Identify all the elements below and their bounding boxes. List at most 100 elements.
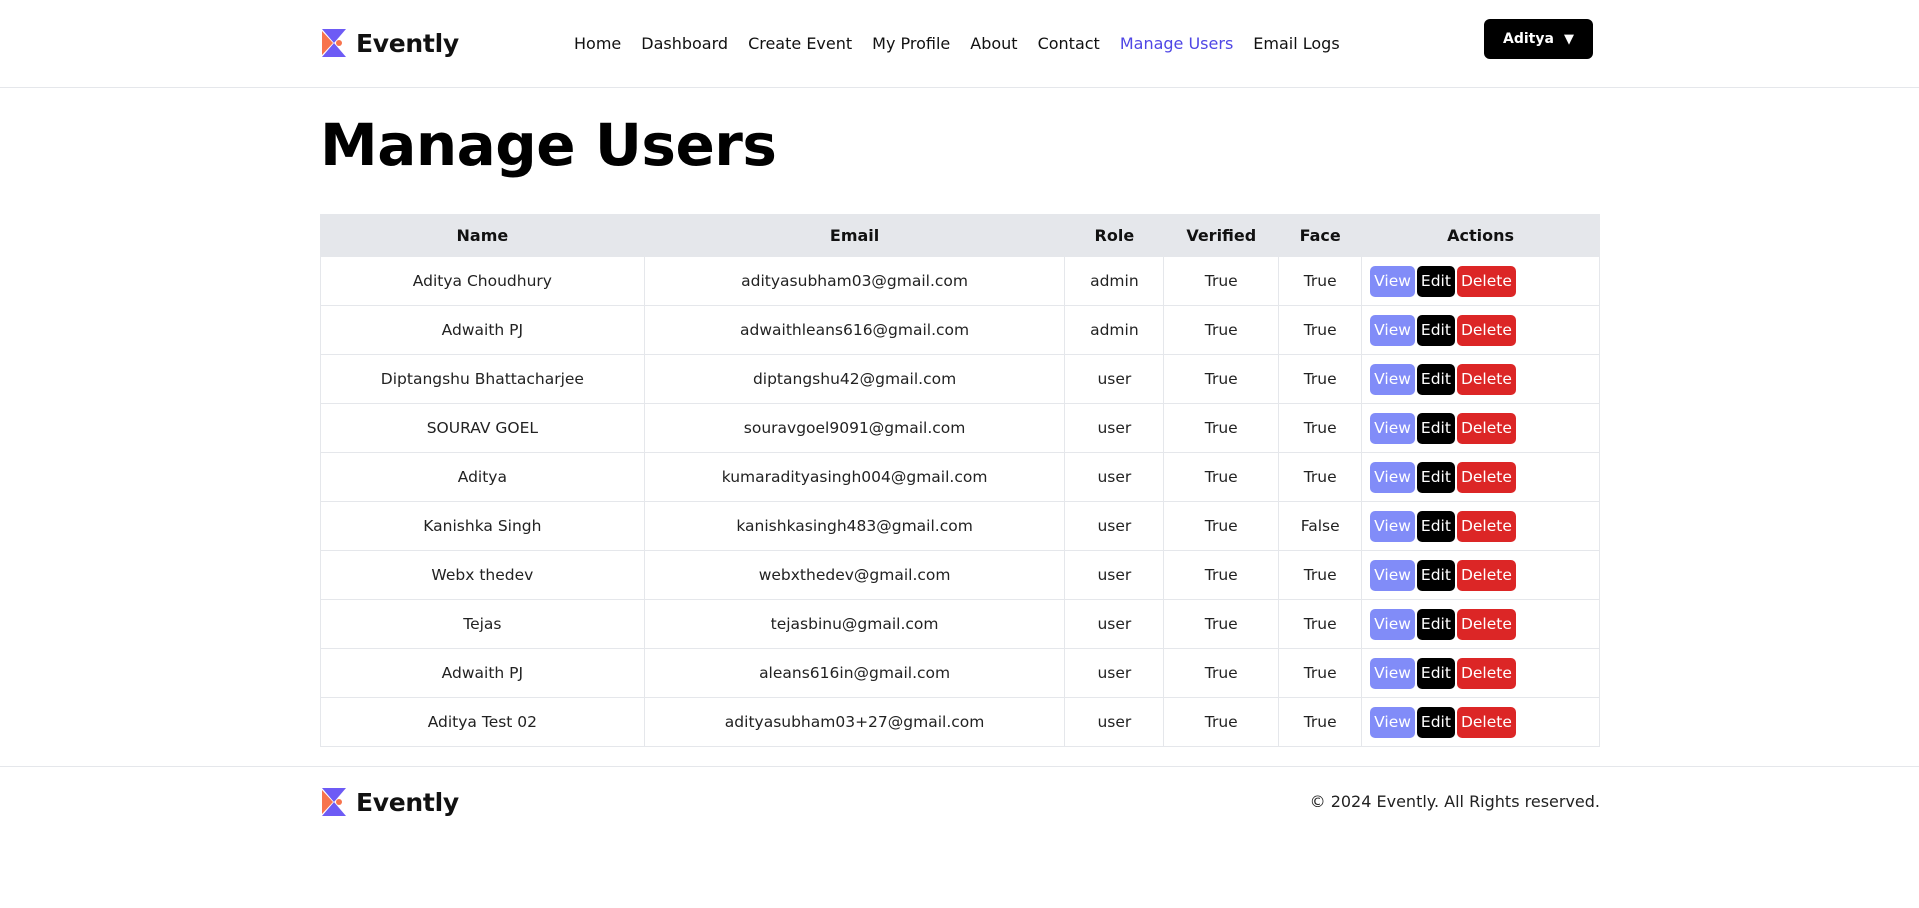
delete-button[interactable]: Delete	[1456, 461, 1516, 493]
delete-button[interactable]: Delete	[1456, 608, 1516, 640]
cell-verified: True	[1163, 697, 1280, 747]
cell-face: True	[1278, 305, 1363, 355]
cell-email: webxthedev@gmail.com	[643, 550, 1066, 600]
edit-button[interactable]: Edit	[1416, 657, 1455, 689]
cell-face: True	[1278, 256, 1363, 306]
edit-button[interactable]: Edit	[1416, 412, 1455, 444]
table-row: Adwaith PJ aleans616in@gmail.com user True T…	[320, 648, 1600, 698]
cell-verified: True	[1163, 403, 1280, 453]
delete-button[interactable]: Delete	[1456, 314, 1516, 346]
view-button[interactable]: View	[1370, 265, 1415, 297]
nav-link-my-profile[interactable]: My Profile	[872, 34, 950, 53]
cell-actions: View Edit Delete	[1361, 403, 1600, 453]
cell-actions: View Edit Delete	[1361, 599, 1600, 649]
page-title: Manage Users	[320, 111, 777, 179]
cell-email: kanishkasingh483@gmail.com	[643, 501, 1066, 551]
column-header-email: Email	[643, 214, 1066, 257]
nav-link-home[interactable]: Home	[574, 34, 621, 53]
delete-button[interactable]: Delete	[1456, 510, 1516, 542]
table-row: SOURAV GOEL souravgoel9091@gmail.com user T…	[320, 403, 1600, 453]
delete-button[interactable]: Delete	[1456, 265, 1516, 297]
cell-verified: True	[1163, 550, 1280, 600]
cell-role: admin	[1064, 305, 1165, 355]
nav-link-manage-users[interactable]: Manage Users	[1120, 34, 1233, 53]
view-button[interactable]: View	[1370, 461, 1415, 493]
nav-link-contact[interactable]: Contact	[1038, 34, 1100, 53]
edit-button[interactable]: Edit	[1416, 559, 1455, 591]
cell-role: admin	[1064, 256, 1165, 306]
cell-email: diptangshu42@gmail.com	[643, 354, 1066, 404]
nav-link-about[interactable]: About	[970, 34, 1017, 53]
site-footer: Evently © 2024 Evently. All Rights reser…	[0, 766, 1919, 908]
user-menu-button[interactable]: Aditya ▼	[1484, 19, 1593, 59]
cell-name: Webx thedev	[320, 550, 645, 600]
cell-name: Diptangshu Bhattacharjee	[320, 354, 645, 404]
brand-logo[interactable]: Evently	[320, 26, 459, 60]
cell-role: user	[1064, 501, 1165, 551]
cell-actions: View Edit Delete	[1361, 305, 1600, 355]
view-button[interactable]: View	[1370, 314, 1415, 346]
cell-face: True	[1278, 599, 1363, 649]
cell-name: Adwaith PJ	[320, 648, 645, 698]
cell-name: Kanishka Singh	[320, 501, 645, 551]
edit-button[interactable]: Edit	[1416, 706, 1455, 738]
view-button[interactable]: View	[1370, 706, 1415, 738]
cell-verified: True	[1163, 452, 1280, 502]
nav-link-email-logs[interactable]: Email Logs	[1253, 34, 1339, 53]
edit-button[interactable]: Edit	[1416, 461, 1455, 493]
cell-role: user	[1064, 599, 1165, 649]
brand-name: Evently	[356, 28, 459, 58]
cell-face: True	[1278, 452, 1363, 502]
edit-button[interactable]: Edit	[1416, 363, 1455, 395]
cell-email: tejasbinu@gmail.com	[643, 599, 1066, 649]
view-button[interactable]: View	[1370, 608, 1415, 640]
cell-email: adwaithleans616@gmail.com	[643, 305, 1066, 355]
table-row: Aditya kumaradityasingh004@gmail.com user T…	[320, 452, 1600, 502]
view-button[interactable]: View	[1370, 363, 1415, 395]
cell-verified: True	[1163, 354, 1280, 404]
delete-button[interactable]: Delete	[1456, 412, 1516, 444]
cell-verified: True	[1163, 648, 1280, 698]
cell-email: aleans616in@gmail.com	[643, 648, 1066, 698]
view-button[interactable]: View	[1370, 657, 1415, 689]
view-button[interactable]: View	[1370, 412, 1415, 444]
column-header-role: Role	[1064, 214, 1165, 257]
cell-name: Aditya Test 02	[320, 697, 645, 747]
delete-button[interactable]: Delete	[1456, 363, 1516, 395]
cell-actions: View Edit Delete	[1361, 501, 1600, 551]
chevron-down-icon: ▼	[1563, 31, 1574, 47]
view-button[interactable]: View	[1370, 559, 1415, 591]
table-row: Webx thedev webxthedev@gmail.com user True T…	[320, 550, 1600, 600]
copyright-text: © 2024 Evently. All Rights reserved.	[1309, 792, 1600, 811]
main-nav: Home Dashboard Create Event My Profile About…	[574, 31, 1360, 55]
delete-button[interactable]: Delete	[1456, 706, 1516, 738]
cell-face: True	[1278, 354, 1363, 404]
cell-role: user	[1064, 550, 1165, 600]
view-button[interactable]: View	[1370, 510, 1415, 542]
table-row: Kanishka Singh kanishkasingh483@gmail.com…	[320, 501, 1600, 551]
cell-name: Aditya	[320, 452, 645, 502]
users-table: Name Email Role Verified Face Actions Aditya …	[320, 214, 1600, 747]
edit-button[interactable]: Edit	[1416, 265, 1455, 297]
cell-actions: View Edit Delete	[1361, 354, 1600, 404]
table-row: Aditya Choudhury adityasubham03@gmail.com…	[320, 256, 1600, 306]
cell-actions: View Edit Delete	[1361, 256, 1600, 306]
table-body: Aditya Choudhury adityasubham03@gmail.com…	[320, 256, 1600, 747]
nav-link-dashboard[interactable]: Dashboard	[641, 34, 728, 53]
cell-role: user	[1064, 697, 1165, 747]
cell-role: user	[1064, 452, 1165, 502]
cell-verified: True	[1163, 256, 1280, 306]
delete-button[interactable]: Delete	[1456, 559, 1516, 591]
edit-button[interactable]: Edit	[1416, 314, 1455, 346]
table-row: Tejas tejasbinu@gmail.com user True True View…	[320, 599, 1600, 649]
table-header-row: Name Email Role Verified Face Actions	[320, 214, 1600, 257]
delete-button[interactable]: Delete	[1456, 657, 1516, 689]
footer-logo[interactable]: Evently	[320, 785, 459, 819]
cell-name: Tejas	[320, 599, 645, 649]
edit-button[interactable]: Edit	[1416, 608, 1455, 640]
nav-link-create-event[interactable]: Create Event	[748, 34, 852, 53]
footer-brand-name: Evently	[356, 787, 459, 817]
cell-email: adityasubham03+27@gmail.com	[643, 697, 1066, 747]
cell-email: adityasubham03@gmail.com	[643, 256, 1066, 306]
edit-button[interactable]: Edit	[1416, 510, 1455, 542]
